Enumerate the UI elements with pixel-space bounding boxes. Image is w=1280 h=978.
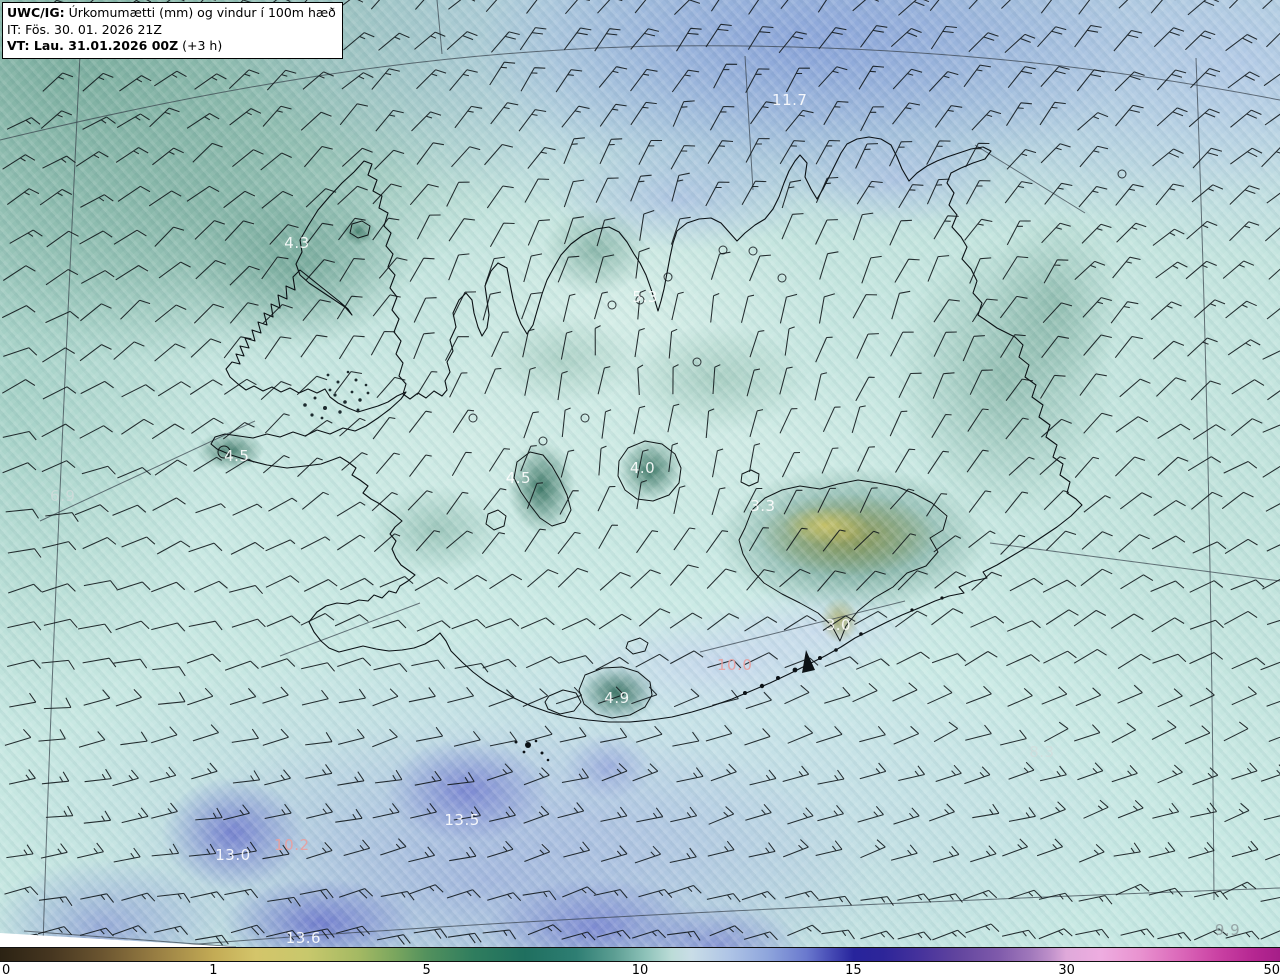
map-value-label: 11.7 bbox=[772, 91, 807, 109]
value-labels-layer: 11.7 4.3 5.3 4.5 4.5 4.0 3.3 3.0 4.9 10.0 6.9 8.3 13… bbox=[0, 0, 1280, 947]
map-value-label: 13.0 bbox=[215, 846, 250, 864]
map-value-label: 4.9 bbox=[604, 689, 629, 707]
map-value-label: 13.6 bbox=[286, 929, 321, 947]
weather-map-screen: 11.74.35.34.54.54.03.33.04.910.06.98.313… bbox=[0, 0, 1280, 978]
colorbar-tick: 30 bbox=[1058, 963, 1075, 978]
map-value-label: 3.0 bbox=[826, 616, 851, 634]
title-box: UWC/IG: Úrkomumætti (mm) og vindur í 100… bbox=[2, 2, 343, 59]
colorbar-tick: 10 bbox=[632, 963, 649, 978]
map-value-label: 5.3 bbox=[632, 288, 657, 306]
valid-time-line: VT: Lau. 31.01.2026 00Z (+3 h) bbox=[7, 38, 336, 55]
map-value-label: 4.5 bbox=[224, 447, 249, 465]
map-value-label: 8.3 bbox=[1029, 743, 1054, 761]
map-value-label: 10.2 bbox=[274, 836, 309, 854]
model-id: UWC/IG: bbox=[7, 5, 65, 20]
map-title: Úrkomumætti (mm) og vindur í 100m hæð bbox=[69, 5, 336, 20]
map-value-label: 3.3 bbox=[750, 497, 775, 515]
colorbar-tick-labels: 01510153050 bbox=[0, 963, 1280, 978]
colorbar-tick: 15 bbox=[845, 963, 862, 978]
map-value-label: 13.5 bbox=[444, 811, 479, 829]
map-value-label: 4.3 bbox=[284, 234, 309, 252]
colorbar-tick: 50 bbox=[1263, 963, 1280, 978]
map-value-label: 4.0 bbox=[630, 459, 655, 477]
colorbar-tick: 1 bbox=[209, 963, 217, 978]
title-line: UWC/IG: Úrkomumætti (mm) og vindur í 100… bbox=[7, 5, 336, 22]
map-value-label: 6.9 bbox=[50, 487, 75, 505]
init-time-line: IT: Fös. 30. 01. 2026 21Z bbox=[7, 22, 336, 39]
colorbar-tick: 5 bbox=[422, 963, 430, 978]
map-value-label: 10.0 bbox=[717, 656, 752, 674]
map-value-label: 4.5 bbox=[506, 469, 531, 487]
colorbar bbox=[0, 947, 1280, 962]
map-value-label: 9.9 bbox=[1215, 921, 1240, 939]
colorbar-tick: 0 bbox=[2, 963, 10, 978]
colorbar-gradient bbox=[0, 948, 1280, 961]
map-canvas: 11.7 4.3 5.3 4.5 4.5 4.0 3.3 3.0 4.9 10.0 6.9 8.3 13… bbox=[0, 0, 1280, 948]
